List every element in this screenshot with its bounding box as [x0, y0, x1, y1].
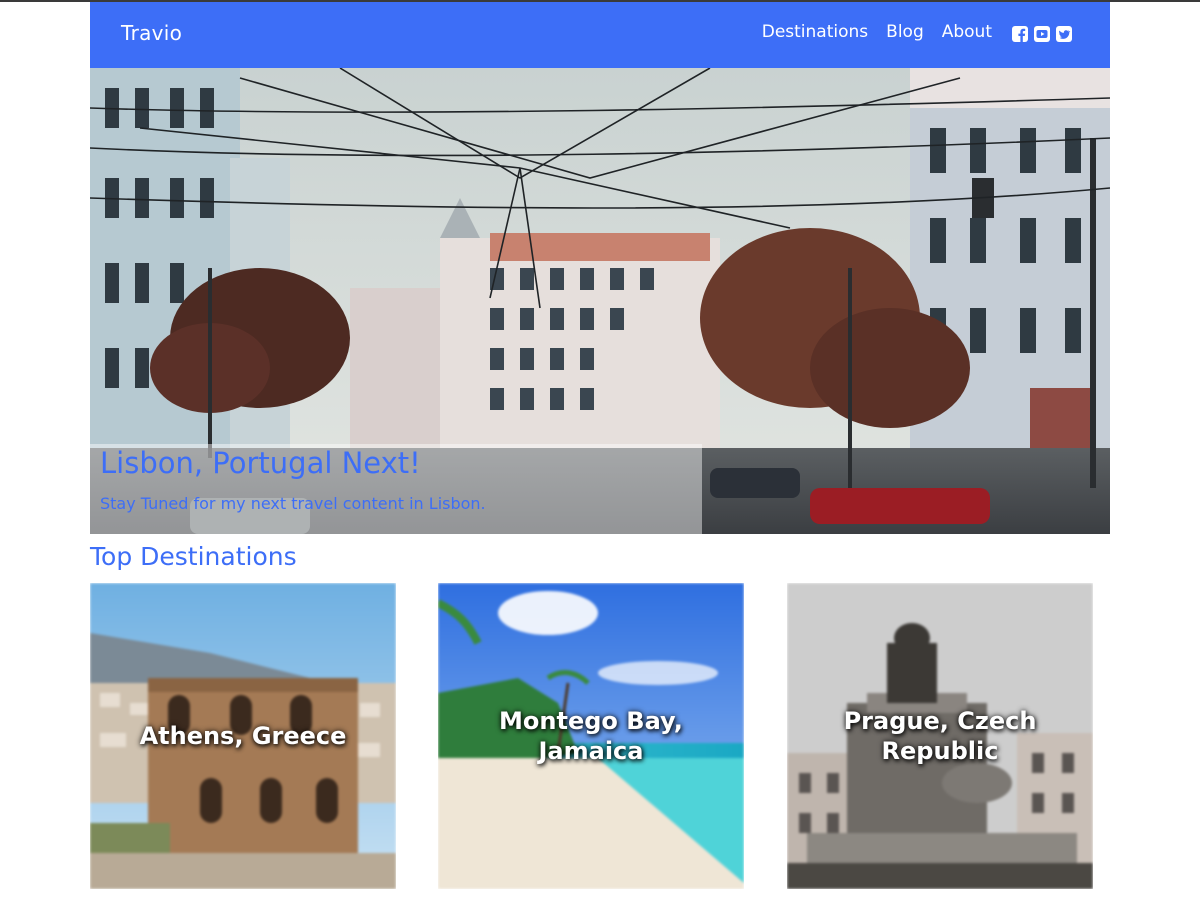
hero-subtitle: Stay Tuned for my next travel content in…: [100, 494, 486, 513]
navbar: Travio Destinations Blog About: [90, 2, 1110, 68]
destination-cards: Athens, Greece Montego Bay, Jamaica Prag…: [90, 583, 1110, 891]
youtube-icon[interactable]: [1034, 26, 1050, 42]
nav-blog[interactable]: Blog: [886, 22, 924, 42]
destination-label-montego-bay-line1: Montego Bay,: [499, 707, 683, 735]
nav-about[interactable]: About: [942, 22, 992, 42]
hero-title: Lisbon, Portugal Next!: [100, 446, 421, 480]
nav-destinations[interactable]: Destinations: [762, 22, 868, 42]
twitter-icon[interactable]: [1056, 26, 1072, 42]
destination-label-prague-line2: Republic: [881, 737, 999, 765]
brand-logo[interactable]: Travio: [121, 21, 182, 45]
section-heading-top-destinations: Top Destinations: [90, 542, 297, 571]
destination-card-montego-bay[interactable]: Montego Bay, Jamaica: [438, 583, 744, 889]
nav-links: Destinations Blog About: [762, 22, 992, 42]
destination-label-prague: Prague, Czech Republic: [787, 706, 1093, 766]
destination-card-prague[interactable]: Prague, Czech Republic: [787, 583, 1093, 889]
hero-banner: Lisbon, Portugal Next! Stay Tuned for my…: [90, 68, 1110, 534]
social-links: [1012, 26, 1072, 42]
page-container: Travio Destinations Blog About Lisbon, P…: [90, 2, 1110, 900]
destination-label-prague-line1: Prague, Czech: [843, 707, 1037, 735]
facebook-icon[interactable]: [1012, 26, 1028, 42]
destination-card-athens[interactable]: Athens, Greece: [90, 583, 396, 889]
hero-caption: Lisbon, Portugal Next! Stay Tuned for my…: [90, 444, 702, 534]
destination-label-montego-bay-line2: Jamaica: [538, 737, 644, 765]
destination-label-athens: Athens, Greece: [139, 722, 347, 750]
destination-label-montego-bay: Montego Bay, Jamaica: [438, 706, 744, 766]
